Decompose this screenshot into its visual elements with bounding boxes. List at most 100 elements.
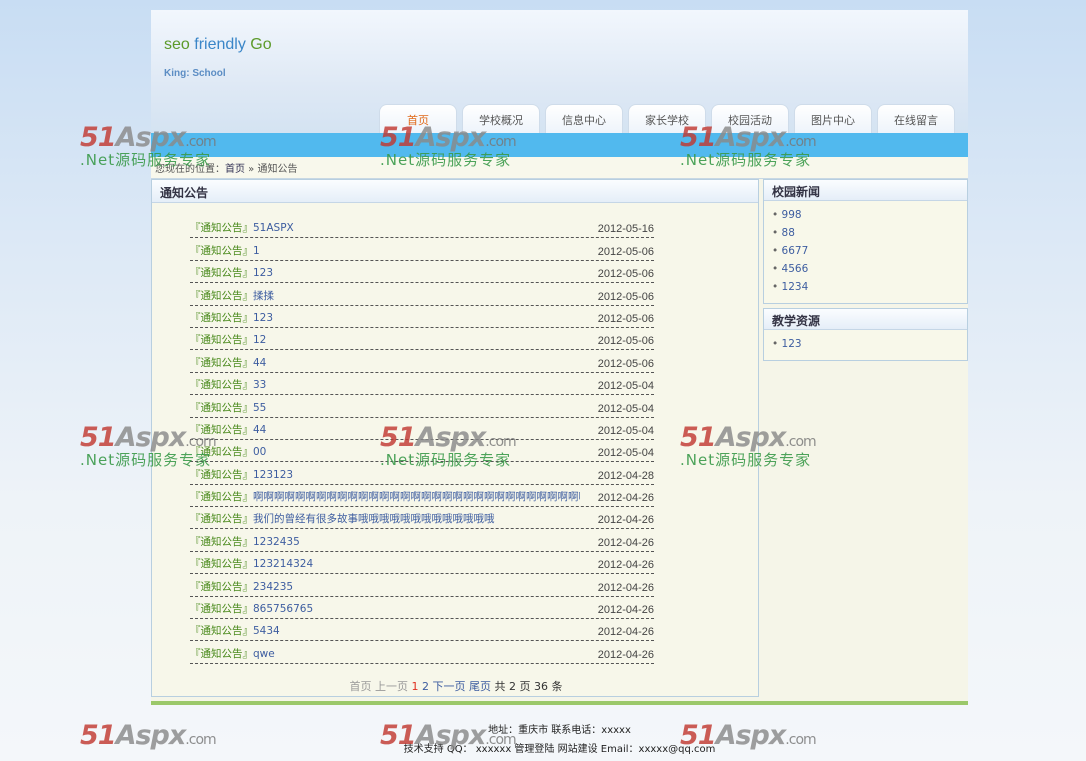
notice-date: 2012-05-16 [597, 223, 654, 236]
notice-date: 2012-05-06 [597, 268, 654, 281]
notice-date: 2012-04-26 [597, 581, 654, 594]
notice-title[interactable]: 1 [253, 245, 260, 257]
news-item[interactable]: 88 [772, 227, 967, 245]
pager-first[interactable]: 首页 [350, 680, 372, 693]
notice-title[interactable]: 5434 [253, 625, 280, 637]
notice-title[interactable]: 33 [253, 379, 266, 391]
pager-summary: 共 2 页 36 条 [494, 680, 563, 693]
notice-link[interactable]: 『通知公告』1232435 [190, 534, 300, 549]
site-header: seo friendly Go King: School 首页 学校概况 信息中… [151, 10, 968, 133]
news-item[interactable]: 1234 [772, 281, 967, 299]
nav-tab-parents[interactable]: 家长学校 [628, 104, 706, 133]
notice-title[interactable]: 12 [253, 334, 266, 346]
notice-link[interactable]: 『通知公告』123214324 [190, 556, 313, 571]
notice-link[interactable]: 『通知公告』123 [190, 265, 273, 280]
nav-tab-about[interactable]: 学校概况 [462, 104, 540, 133]
notice-tag: 『通知公告』 [190, 222, 253, 235]
notice-tag: 『通知公告』 [190, 356, 253, 369]
notice-tag: 『通知公告』 [190, 580, 253, 593]
pager-next[interactable]: 下一页 [433, 680, 466, 693]
notice-link[interactable]: 『通知公告』51ASPX [190, 220, 294, 235]
notice-link[interactable]: 『通知公告』qwe [190, 646, 275, 661]
notice-title[interactable]: qwe [253, 648, 275, 660]
notice-row: 『通知公告』865756765 2012-04-26 [190, 597, 654, 620]
pager: 首页 上一页 1 2 下一页 尾页 共 2 页 36 条 [152, 678, 760, 694]
notice-date: 2012-05-04 [597, 424, 654, 437]
nav-underline-bar [151, 133, 968, 157]
nav-tab-home[interactable]: 首页 [379, 104, 457, 133]
news-item[interactable]: 4566 [772, 263, 967, 281]
notice-link[interactable]: 『通知公告』5434 [190, 623, 280, 638]
notice-link[interactable]: 『通知公告』1 [190, 243, 260, 258]
notice-link[interactable]: 『通知公告』我们的曾经有很多故事哦哦哦哦哦哦哦哦哦哦哦哦哦 [190, 511, 495, 526]
pager-page-2[interactable]: 2 [422, 680, 429, 693]
notice-row: 『通知公告』123 2012-05-06 [190, 261, 654, 284]
notice-title[interactable]: 44 [253, 357, 266, 369]
notice-link[interactable]: 『通知公告』00 [190, 444, 266, 459]
pager-prev[interactable]: 上一页 [375, 680, 408, 693]
notice-panel: 通知公告 『通知公告』51ASPX 2012-05-16 『通知公告』1 2012-0… [151, 179, 759, 697]
notice-link[interactable]: 『通知公告』55 [190, 400, 266, 415]
nav-tab-gallery[interactable]: 图片中心 [794, 104, 872, 133]
brand-part-2: friendly [189, 36, 246, 53]
notice-title[interactable]: 揉揉 [253, 290, 274, 302]
notice-title[interactable]: 55 [253, 402, 266, 414]
notice-title[interactable]: 44 [253, 424, 266, 436]
notice-tag: 『通知公告』 [190, 625, 253, 638]
notice-row: 『通知公告』234235 2012-04-26 [190, 574, 654, 597]
notice-date: 2012-05-06 [597, 357, 654, 370]
notice-tag: 『通知公告』 [190, 401, 253, 414]
notice-tag: 『通知公告』 [190, 267, 253, 280]
notice-link[interactable]: 『通知公告』44 [190, 422, 266, 437]
notice-date: 2012-04-26 [597, 514, 654, 527]
nav-tab-activities[interactable]: 校园活动 [711, 104, 789, 133]
notice-link[interactable]: 『通知公告』33 [190, 377, 266, 392]
notice-tag: 『通知公告』 [190, 311, 253, 324]
notice-row: 『通知公告』我们的曾经有很多故事哦哦哦哦哦哦哦哦哦哦哦哦哦 2012-04-26 [190, 507, 654, 530]
breadcrumb: 您现在的位置：首页 » 通知公告 [151, 157, 968, 179]
nav-tab-info[interactable]: 信息中心 [545, 104, 623, 133]
notice-link[interactable]: 『通知公告』揉揉 [190, 288, 274, 303]
notice-title[interactable]: 00 [253, 446, 266, 458]
notice-title[interactable]: 我们的曾经有很多故事哦哦哦哦哦哦哦哦哦哦哦哦哦 [253, 513, 495, 525]
site-slogan: King: School [164, 68, 226, 79]
notice-title[interactable]: 51ASPX [253, 222, 294, 234]
notice-tag: 『通知公告』 [190, 647, 253, 660]
notice-title[interactable]: 123 [253, 267, 273, 279]
notice-tag: 『通知公告』 [190, 535, 253, 548]
notice-link[interactable]: 『通知公告』44 [190, 355, 266, 370]
notice-title[interactable]: 123214324 [253, 558, 313, 570]
notice-date: 2012-04-26 [597, 536, 654, 549]
notice-link[interactable]: 『通知公告』123123 [190, 467, 293, 482]
notice-tag: 『通知公告』 [190, 491, 253, 504]
resource-item[interactable]: 123 [772, 338, 967, 356]
nav-tab-messages[interactable]: 在线留言 [877, 104, 955, 133]
notice-tag: 『通知公告』 [190, 334, 253, 347]
notice-title[interactable]: 123123 [253, 469, 293, 481]
notice-date: 2012-05-04 [597, 402, 654, 415]
notice-link[interactable]: 『通知公告』865756765 [190, 601, 313, 616]
notice-link[interactable]: 『通知公告』123 [190, 310, 273, 325]
site-brand[interactable]: seo friendly Go [164, 36, 272, 54]
notice-link[interactable]: 『通知公告』啊啊啊啊啊啊啊啊啊啊啊啊啊啊啊啊啊啊啊啊啊啊啊啊啊啊啊啊啊啊啊啊 [190, 489, 580, 504]
footer-address: 地址：重庆市 联系电话：xxxxx [488, 725, 631, 736]
breadcrumb-home-link[interactable]: 首页 [225, 164, 245, 175]
notice-link[interactable]: 『通知公告』234235 [190, 579, 293, 594]
notice-row: 『通知公告』1232435 2012-04-26 [190, 529, 654, 552]
notice-row: 『通知公告』44 2012-05-04 [190, 418, 654, 440]
notice-title[interactable]: 123 [253, 312, 273, 324]
notice-date: 2012-04-26 [597, 648, 654, 661]
news-item[interactable]: 6677 [772, 245, 967, 263]
notice-title[interactable]: 865756765 [253, 603, 313, 615]
notice-title[interactable]: 啊啊啊啊啊啊啊啊啊啊啊啊啊啊啊啊啊啊啊啊啊啊啊啊啊啊啊啊啊啊啊啊 [253, 491, 580, 503]
notice-row: 『通知公告』揉揉 2012-05-06 [190, 283, 654, 306]
news-item[interactable]: 998 [772, 209, 967, 227]
main-nav: 首页 学校概况 信息中心 家长学校 校园活动 图片中心 在线留言 [379, 104, 955, 133]
notice-tag: 『通知公告』 [190, 468, 253, 481]
pager-last[interactable]: 尾页 [469, 680, 491, 693]
notice-link[interactable]: 『通知公告』12 [190, 332, 266, 347]
campus-news-title: 校园新闻 [764, 180, 967, 201]
brand-part-1: seo [164, 36, 190, 53]
notice-title[interactable]: 1232435 [253, 536, 300, 548]
notice-title[interactable]: 234235 [253, 581, 293, 593]
